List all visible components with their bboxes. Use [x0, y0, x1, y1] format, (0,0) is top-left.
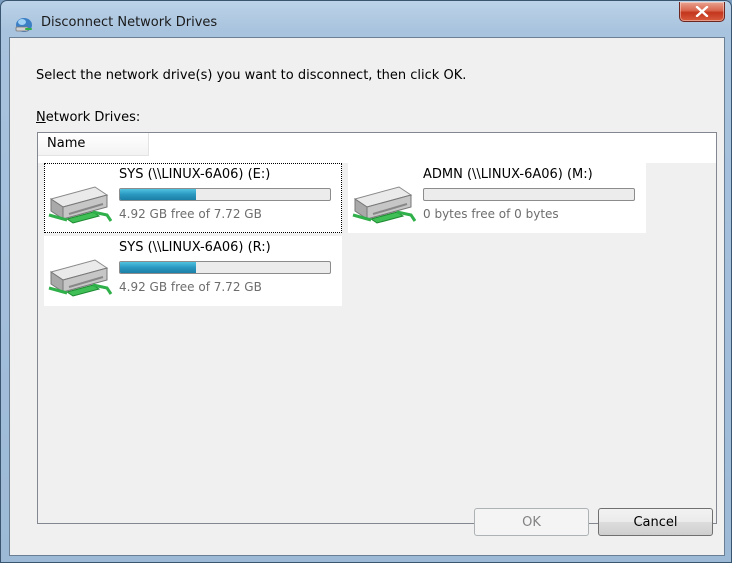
drive-item-r[interactable]: SYS (\\LINUX-6A06) (R:) 4.92 GB free of … [44, 236, 342, 306]
drive-free-space: 4.92 GB free of 7.72 GB [119, 280, 262, 294]
window-title: Disconnect Network Drives [41, 15, 218, 30]
drive-free-space: 0 bytes free of 0 bytes [423, 207, 559, 221]
drive-usage-fill [120, 189, 197, 200]
network-drive-icon [47, 175, 115, 225]
drive-usage-bar [119, 261, 331, 274]
drive-name: ADMN (\\LINUX-6A06) (M:) [423, 167, 593, 182]
network-drives-label-rest: etwork Drives: [45, 110, 141, 125]
instruction-text: Select the network drive(s) you want to … [36, 68, 467, 83]
drive-free-space: 4.92 GB free of 7.72 GB [119, 207, 262, 221]
column-header-name[interactable]: Name [38, 133, 149, 156]
close-button[interactable] [679, 2, 725, 22]
drive-name: SYS (\\LINUX-6A06) (E:) [119, 167, 271, 182]
dialog-window: Disconnect Network Drives Select the net… [0, 0, 732, 563]
network-drive-icon [351, 175, 419, 225]
drive-usage-fill [120, 262, 197, 273]
network-drives-label: Network Drives: [36, 110, 140, 125]
drive-name: SYS (\\LINUX-6A06) (R:) [119, 240, 271, 255]
network-drive-icon [47, 248, 115, 298]
ok-button[interactable]: OK [474, 508, 589, 536]
cancel-button[interactable]: Cancel [598, 508, 713, 536]
dialog-client-area: Select the network drive(s) you want to … [9, 37, 725, 556]
network-drives-label-mnemonic: N [36, 110, 46, 125]
network-drive-icon [14, 14, 34, 34]
drive-item-m[interactable]: ADMN (\\LINUX-6A06) (M:) 0 bytes free of… [348, 163, 646, 233]
drive-item-e[interactable]: SYS (\\LINUX-6A06) (E:) 4.92 GB free of … [44, 163, 342, 233]
network-drives-list[interactable]: Name SYS (\\LINUX-6A06) (E:) 4.92 GB fre… [37, 132, 717, 524]
drive-usage-bar [423, 188, 635, 201]
column-header-label: Name [47, 136, 86, 151]
drive-usage-bar [119, 188, 331, 201]
close-icon [695, 6, 709, 17]
title-bar[interactable]: Disconnect Network Drives [1, 1, 731, 37]
